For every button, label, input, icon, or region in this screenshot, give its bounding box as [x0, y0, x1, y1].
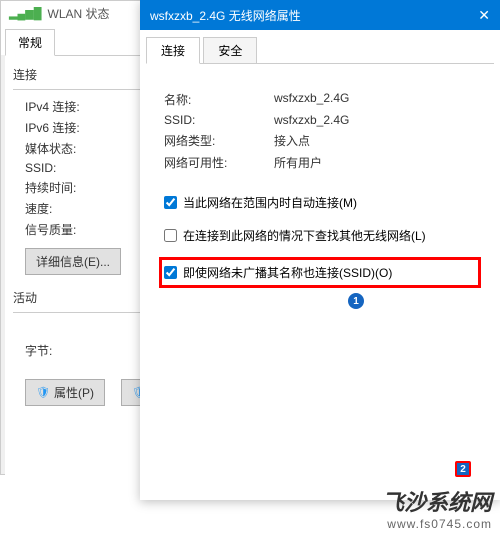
tab-strip: 连接 安全 — [140, 30, 500, 63]
window-title: WLAN 状态 — [48, 5, 110, 22]
label-duration: 持续时间: — [25, 179, 115, 196]
checkbox-group: 当此网络在范围内时自动连接(M) 在连接到此网络的情况下查找其他无线网络(L) … — [164, 191, 476, 288]
wireless-properties-window: wsfxzxb_2.4G 无线网络属性 ✕ 连接 安全 名称:wsfxzxb_2… — [140, 0, 500, 500]
tab-general[interactable]: 常规 — [5, 29, 55, 56]
label-availability: 网络可用性: — [164, 154, 274, 171]
label-ipv4: IPv4 连接: — [25, 98, 115, 115]
watermark: 飞沙系统网 www.fs0745.com — [382, 485, 492, 531]
watermark-title: 飞沙系统网 — [382, 485, 492, 517]
checkbox-auto-connect[interactable]: 当此网络在范围内时自动连接(M) — [164, 191, 476, 214]
label-ssid: SSID: — [164, 113, 274, 127]
label-bytes: 字节: — [25, 342, 115, 359]
annotation-badge-1: 1 — [348, 293, 364, 309]
label-speed: 速度: — [25, 200, 115, 217]
window-title-bar: wsfxzxb_2.4G 无线网络属性 ✕ — [140, 0, 500, 30]
checkbox-connect-hidden[interactable]: 即使网络未广播其名称也连接(SSID)(O) — [159, 257, 481, 288]
value-name: wsfxzxb_2.4G — [274, 91, 349, 108]
signal-icon: ▂▄▆█ — [9, 7, 42, 20]
annotation-badge-2: 2 — [455, 461, 471, 477]
tab-body: 名称:wsfxzxb_2.4G SSID:wsfxzxb_2.4G 网络类型:接… — [146, 63, 494, 320]
properties-button[interactable]: 🛡属性(P) — [25, 379, 105, 406]
label-type: 网络类型: — [164, 132, 274, 149]
watermark-url: www.fs0745.com — [382, 517, 492, 531]
label-signal: 信号质量: — [25, 221, 115, 238]
checkbox-input[interactable] — [164, 266, 177, 279]
checkbox-find-other[interactable]: 在连接到此网络的情况下查找其他无线网络(L) — [164, 224, 476, 247]
tab-connection[interactable]: 连接 — [146, 37, 200, 64]
label-ipv6: IPv6 连接: — [25, 119, 115, 136]
window-title: wsfxzxb_2.4G 无线网络属性 — [150, 7, 301, 24]
value-ssid: wsfxzxb_2.4G — [274, 113, 349, 127]
close-icon[interactable]: ✕ — [478, 7, 490, 24]
checkbox-input[interactable] — [164, 196, 177, 209]
value-availability: 所有用户 — [274, 154, 322, 171]
value-type: 接入点 — [274, 132, 310, 149]
label-media: 媒体状态: — [25, 140, 115, 157]
shield-icon: 🛡 — [36, 386, 50, 399]
details-button[interactable]: 详细信息(E)... — [25, 248, 121, 275]
label-name: 名称: — [164, 91, 274, 108]
tab-security[interactable]: 安全 — [203, 37, 257, 64]
label-ssid: SSID: — [25, 161, 115, 175]
checkbox-input[interactable] — [164, 229, 177, 242]
